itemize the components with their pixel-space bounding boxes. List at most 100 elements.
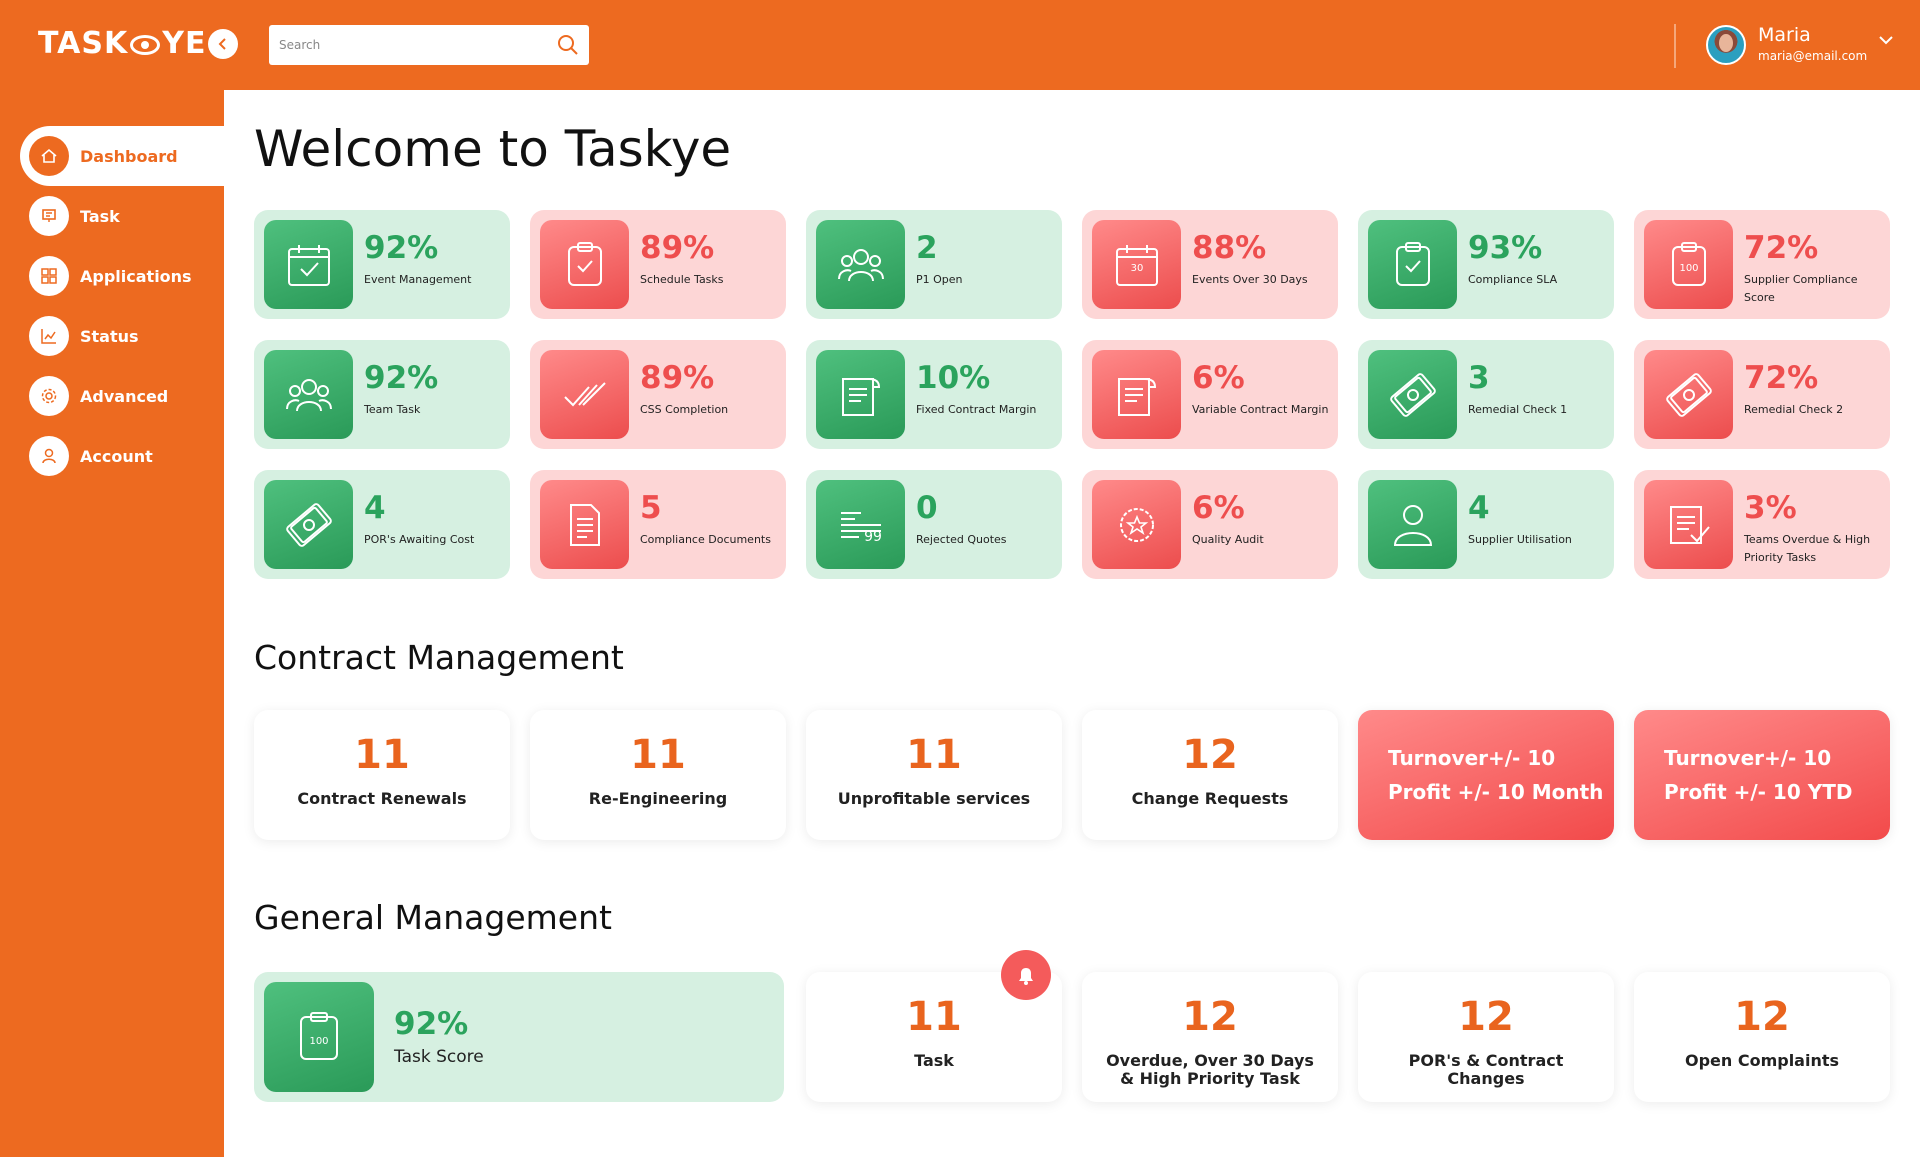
team-icon xyxy=(816,220,905,309)
kpi-card[interactable]: 89% Schedule Tasks xyxy=(530,210,786,319)
kpi-value: 92% xyxy=(364,360,439,396)
kpi-value: 4 xyxy=(1468,490,1490,526)
general-label: POR's & Contract Changes xyxy=(1408,1051,1564,1088)
general-label: Overdue, Over 30 Days & High Priority Ta… xyxy=(1106,1051,1314,1088)
list-check-icon xyxy=(1644,480,1733,569)
general-value: 12 xyxy=(1458,994,1514,1040)
contract-label: Contract Renewals xyxy=(297,789,467,808)
general-card[interactable]: 12 Overdue, Over 30 Days & High Priority … xyxy=(1082,972,1338,1102)
general-value: 11 xyxy=(906,994,962,1040)
user-email: maria@email.com xyxy=(1758,49,1868,63)
turnover-profit-card[interactable]: Turnover+/- 10 Profit +/- 10 Month xyxy=(1358,710,1614,840)
chevron-left-icon xyxy=(218,38,226,50)
app-logo[interactable]: TASK YE xyxy=(38,26,206,61)
contract-management-title: Contract Management xyxy=(254,638,624,677)
money-icon xyxy=(264,480,353,569)
sidebar-item-advanced[interactable]: Advanced xyxy=(20,366,224,426)
team-icon xyxy=(264,350,353,439)
kpi-card[interactable]: 4 POR's Awaiting Cost xyxy=(254,470,510,579)
contract-value: 12 xyxy=(1182,732,1238,778)
contract-label: Unprofitable services xyxy=(837,789,1031,808)
sidebar-item-label: Task xyxy=(80,206,120,226)
kpi-label: Compliance Documents xyxy=(640,533,771,546)
kpi-value: 3 xyxy=(1468,360,1490,396)
kpi-card[interactable]: 30 88% Events Over 30 Days xyxy=(1082,210,1338,319)
sidebar-item-account[interactable]: Account xyxy=(20,426,224,486)
user-icon xyxy=(29,436,69,476)
kpi-label: Supplier Compliance Score xyxy=(1744,273,1858,304)
kpi-card[interactable]: 99 0 Rejected Quotes xyxy=(806,470,1062,579)
notification-bell-button[interactable] xyxy=(1001,950,1051,1000)
kpi-card[interactable]: 92% Team Task xyxy=(254,340,510,449)
kpi-card[interactable]: 92% Event Management xyxy=(254,210,510,319)
turnover-line: Turnover+/- 10 xyxy=(1388,746,1556,770)
kpi-label: Quality Audit xyxy=(1192,533,1264,546)
collapse-sidebar-button[interactable] xyxy=(208,29,238,59)
sidebar-item-applications[interactable]: Applications xyxy=(20,246,224,306)
kpi-card[interactable]: 6% Variable Contract Margin xyxy=(1082,340,1338,449)
calendar-check-icon xyxy=(264,220,353,309)
money-icon xyxy=(1368,350,1457,439)
double-check-icon xyxy=(540,350,629,439)
kpi-card[interactable]: 72% Remedial Check 2 xyxy=(1634,340,1890,449)
sidebar-item-label: Status xyxy=(80,326,139,346)
kpi-card[interactable]: 3 Remedial Check 1 xyxy=(1358,340,1614,449)
clipboard-check-icon xyxy=(540,220,629,309)
contract-icon xyxy=(1092,350,1181,439)
kpi-label: Remedial Check 1 xyxy=(1468,403,1568,416)
quotes-icon: 99 xyxy=(816,480,905,569)
sidebar-item-dashboard[interactable]: Dashboard xyxy=(20,126,224,186)
clipboard-100-icon: 100 xyxy=(1644,220,1733,309)
clipboard-label: 100 xyxy=(309,1036,328,1047)
kpi-value: 72% xyxy=(1744,230,1819,266)
avatar[interactable] xyxy=(1706,25,1746,65)
calendar-30-icon: 30 xyxy=(1092,220,1181,309)
contract-card[interactable]: 11 Unprofitable services xyxy=(806,710,1062,840)
general-card[interactable]: 12 Open Complaints xyxy=(1634,972,1890,1102)
svg-text:30: 30 xyxy=(1130,263,1143,274)
user-name: Maria xyxy=(1758,24,1811,46)
kpi-card[interactable]: 6% Quality Audit xyxy=(1082,470,1338,579)
search-icon[interactable] xyxy=(557,34,579,56)
kpi-value: 92% xyxy=(364,230,439,266)
kpi-value: 0 xyxy=(916,490,938,526)
sidebar-item-status[interactable]: Status xyxy=(20,306,224,366)
kpi-card[interactable]: 4 Supplier Utilisation xyxy=(1358,470,1614,579)
kpi-value: 2 xyxy=(916,230,938,266)
search-input[interactable] xyxy=(269,25,539,65)
contract-card[interactable]: 12 Change Requests xyxy=(1082,710,1338,840)
task-score-card[interactable]: 100 92% Task Score xyxy=(254,972,784,1102)
contract-card[interactable]: 11 Contract Renewals xyxy=(254,710,510,840)
sidebar-item-task[interactable]: Task xyxy=(20,186,224,246)
clipboard-check-icon xyxy=(1368,220,1457,309)
user-icon xyxy=(1368,480,1457,569)
task-score-value: 92% xyxy=(394,1006,469,1042)
contract-card[interactable]: 11 Re-Engineering xyxy=(530,710,786,840)
sidebar-item-label: Advanced xyxy=(80,386,169,406)
general-label: Open Complaints xyxy=(1684,1051,1840,1070)
money-icon xyxy=(1644,350,1733,439)
kpi-card[interactable]: 5 Compliance Documents xyxy=(530,470,786,579)
search-box xyxy=(269,25,589,65)
general-label: Task xyxy=(914,1051,954,1070)
kpi-label: Fixed Contract Margin xyxy=(916,403,1037,416)
home-icon xyxy=(29,136,69,176)
kpi-card[interactable]: 89% CSS Completion xyxy=(530,340,786,449)
chevron-down-icon[interactable] xyxy=(1876,30,1896,50)
turnover-profit-card[interactable]: Turnover+/- 10 Profit +/- 10 YTD xyxy=(1634,710,1890,840)
kpi-value: 93% xyxy=(1468,230,1543,266)
kpi-card[interactable]: 100 72% Supplier Compliance Score xyxy=(1634,210,1890,319)
kpi-card[interactable]: 2 P1 Open xyxy=(806,210,1062,319)
eye-icon xyxy=(130,34,161,55)
general-card[interactable]: 12 POR's & Contract Changes xyxy=(1358,972,1614,1102)
kpi-card[interactable]: 3% Teams Overdue & High Priority Tasks xyxy=(1634,470,1890,579)
kpi-label: Schedule Tasks xyxy=(640,273,724,286)
kpi-card[interactable]: 10% Fixed Contract Margin xyxy=(806,340,1062,449)
kpi-label: P1 Open xyxy=(916,273,963,286)
sidebar-item-label: Dashboard xyxy=(80,146,178,166)
kpi-card[interactable]: 93% Compliance SLA xyxy=(1358,210,1614,319)
contract-value: 11 xyxy=(906,732,962,778)
sidebar-item-label: Applications xyxy=(80,266,192,286)
kpi-label: Rejected Quotes xyxy=(916,533,1007,546)
kpi-label: Team Task xyxy=(364,403,421,416)
